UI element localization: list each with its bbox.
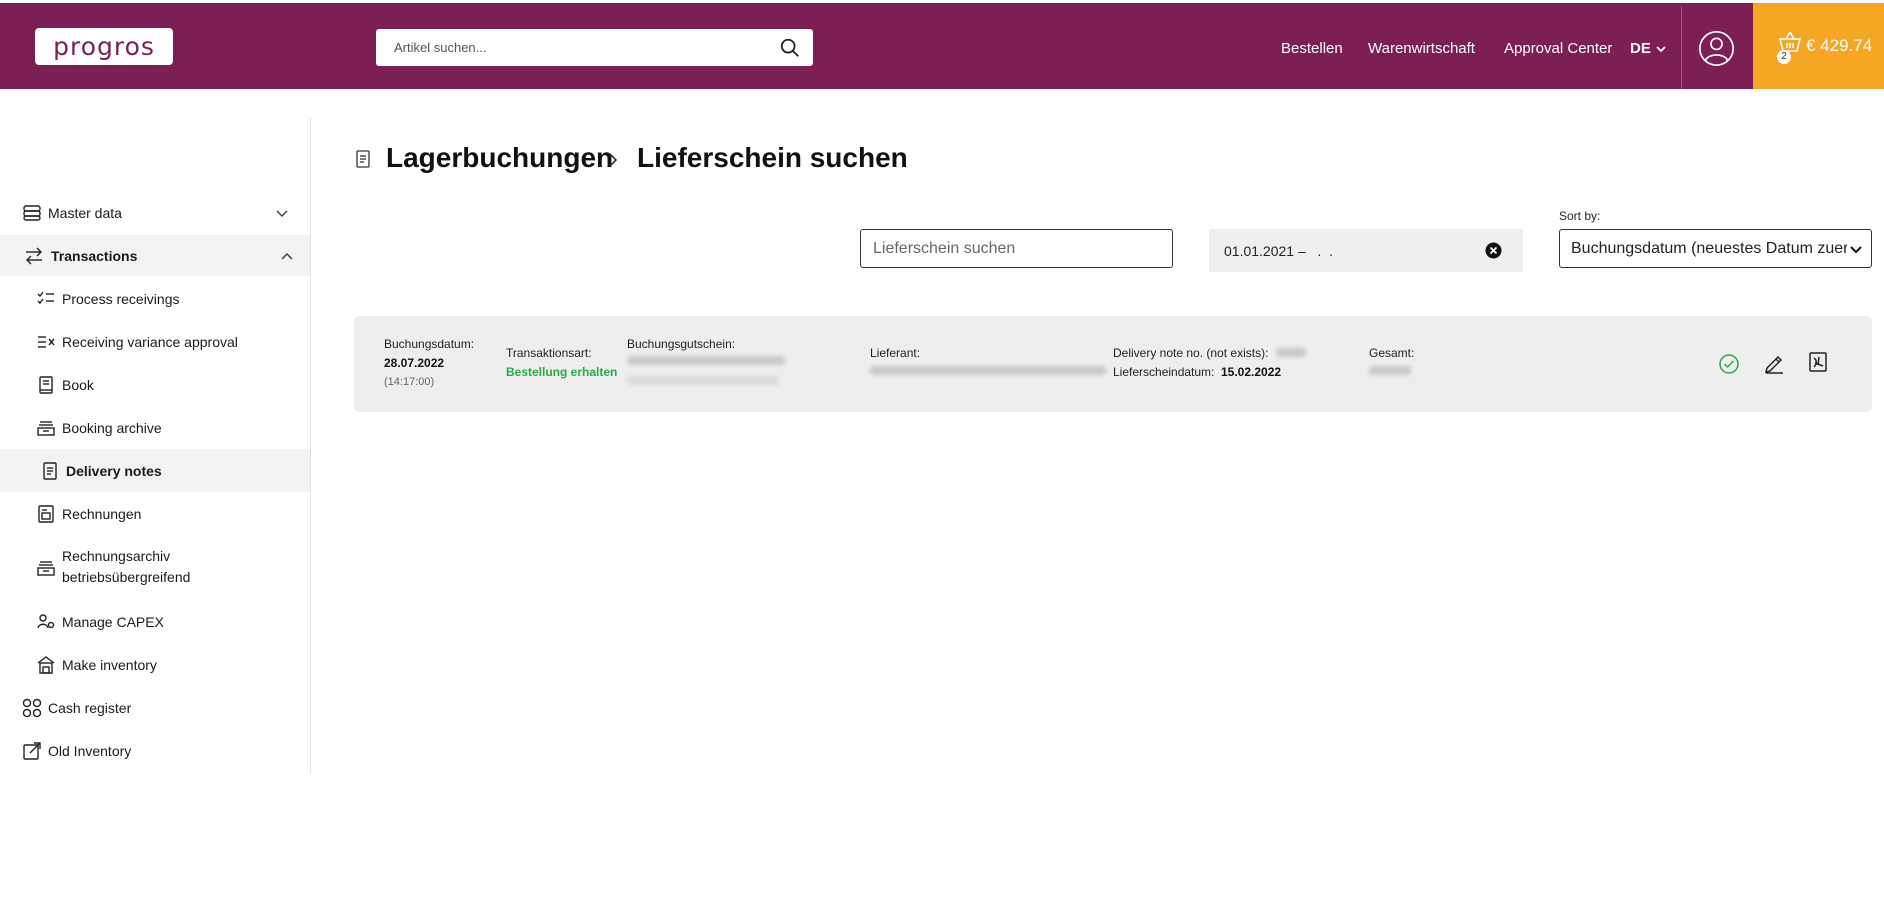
chevron-right-icon <box>609 153 618 167</box>
sidebar-item-rechnungsarchiv[interactable]: Rechnungsarchiv betriebsübergreifend <box>0 542 310 594</box>
chevron-down-icon <box>1656 45 1666 52</box>
transfer-arrows-icon <box>26 247 42 264</box>
supplier-label: Lieferant: <box>870 346 921 360</box>
sidebar-item-receiving-variance-approval[interactable]: Receiving variance approval <box>0 321 310 362</box>
booking-date-value: 28.07.2022 <box>384 356 445 370</box>
sidebar-item-label: Manage CAPEX <box>62 613 164 630</box>
archive-tray-icon <box>37 561 55 576</box>
note-icon <box>43 461 57 480</box>
search-icon[interactable] <box>779 37 801 59</box>
clear-icon[interactable] <box>1485 242 1502 259</box>
invoice-icon <box>38 504 54 523</box>
sidebar: Master data Transactions Process receivi… <box>0 118 311 774</box>
sidebar-item-label: Rechnungen <box>62 505 142 522</box>
sidebar-item-label: Process receivings <box>62 290 180 307</box>
logo-text: progros <box>53 32 155 61</box>
delivery-date-value: 15.02.2022 <box>1221 365 1282 379</box>
header-divider <box>1681 6 1682 92</box>
redacted-total <box>1369 366 1411 375</box>
sidebar-item-label: Delivery notes <box>66 462 162 479</box>
progros-logo[interactable]: progros <box>35 28 173 65</box>
sort-select[interactable]: Buchungsdatum (neuestes Datum zuerst) <box>1559 229 1872 268</box>
sidebar-item-process-receivings[interactable]: Process receivings <box>0 278 310 319</box>
date-range-value: 01.01.2021 – . . <box>1224 243 1333 259</box>
sidebar-item-label-line2: betriebsübergreifend <box>62 569 191 585</box>
delivery-date-label: Lieferscheindatum: <box>1113 365 1215 379</box>
sidebar-item-book[interactable]: Book <box>0 364 310 405</box>
page-note-icon <box>356 150 370 168</box>
sidebar-item-label: Receiving variance approval <box>62 333 238 350</box>
chevron-down-icon <box>276 209 288 217</box>
nav-bestellen[interactable]: Bestellen <box>1281 40 1343 57</box>
redacted-voucher-number <box>627 356 785 365</box>
redacted-supplier <box>870 366 1106 375</box>
page-title: Lieferschein suchen <box>637 142 908 173</box>
chevron-up-icon <box>281 252 293 260</box>
date-range-picker[interactable]: 01.01.2021 – . . <box>1209 229 1523 272</box>
grid-circles-icon <box>22 698 42 717</box>
sidebar-item-delivery-notes[interactable]: Delivery notes <box>0 449 310 492</box>
article-search <box>376 29 813 66</box>
database-icon <box>23 204 41 221</box>
transaction-type-value: Bestellung erhalten <box>506 365 618 379</box>
list-x-icon <box>38 335 55 348</box>
nav-warenwirtschaft[interactable]: Warenwirtschaft <box>1368 40 1475 57</box>
article-search-input[interactable] <box>394 29 774 66</box>
sidebar-item-label: Master data <box>48 204 122 221</box>
sidebar-item-cash-register[interactable]: Cash register <box>0 687 310 728</box>
redacted-delivery-note-number <box>1276 348 1306 357</box>
check-circle-icon[interactable] <box>1718 353 1740 375</box>
sidebar-item-master-data[interactable]: Master data <box>0 192 310 233</box>
sidebar-item-label: Cash register <box>48 699 132 716</box>
delivery-note-search <box>860 229 1173 268</box>
nav-approval-center[interactable]: Approval Center <box>1504 40 1612 57</box>
sidebar-item-label: Booking archive <box>62 419 162 436</box>
language-label: DE <box>1630 40 1651 57</box>
user-gear-icon <box>37 613 55 628</box>
voucher-label: Buchungsgutschein: <box>627 337 736 351</box>
sidebar-item-label: Make inventory <box>62 656 157 673</box>
booking-time-value: (14:17:00) <box>384 376 435 388</box>
user-account-icon[interactable] <box>1698 30 1735 67</box>
top-header: progros Bestellen Warenwirtschaft Approv… <box>0 3 1884 92</box>
delivery-note-number-label: Delivery note no. (not exists): <box>1113 346 1269 360</box>
sort-label: Sort by: <box>1559 209 1601 223</box>
cart-amount: € 429.74 <box>1806 36 1873 55</box>
sidebar-item-transactions[interactable]: Transactions <box>0 235 310 276</box>
sidebar-item-label: Transactions <box>51 247 138 264</box>
edit-pen-icon[interactable] <box>1763 352 1785 374</box>
total-label: Gesamt: <box>1369 346 1415 360</box>
external-link-icon <box>23 741 41 760</box>
redacted-voucher-text <box>627 376 779 385</box>
archive-tray-icon <box>37 420 55 436</box>
cart-button[interactable]: 2 € 429.74 <box>1753 3 1884 89</box>
sidebar-item-old-inventory[interactable]: Old Inventory <box>0 730 310 771</box>
sidebar-item-make-inventory[interactable]: Make inventory <box>0 644 310 685</box>
sidebar-item-rechnungen[interactable]: Rechnungen <box>0 493 310 534</box>
sort-select-value: Buchungsdatum (neuestes Datum zuerst) <box>1571 240 1847 257</box>
booking-date-label: Buchungsdatum: <box>384 337 475 351</box>
delivery-note-row[interactable]: Buchungsdatum: 28.07.2022 (14:17:00) Tra… <box>354 316 1872 412</box>
breadcrumb-lagerbuchungen[interactable]: Lagerbuchungen <box>386 142 613 174</box>
delivery-note-search-input[interactable] <box>861 230 1172 267</box>
cart-count-badge: 2 <box>1777 50 1791 64</box>
sidebar-item-label: Book <box>62 376 94 393</box>
book-icon <box>39 375 53 394</box>
sidebar-item-label: Old Inventory <box>48 742 132 759</box>
checklist-icon <box>37 291 54 304</box>
sidebar-item-booking-archive[interactable]: Booking archive <box>0 407 310 448</box>
pdf-file-icon[interactable] <box>1807 351 1829 373</box>
sidebar-item-label: Rechnungsarchiv betriebsübergreifend <box>62 546 190 588</box>
language-selector[interactable]: DE <box>1630 40 1667 57</box>
sidebar-item-label-line1: Rechnungsarchiv <box>62 548 171 564</box>
transaction-type-label: Transaktionsart: <box>506 346 592 360</box>
sidebar-item-manage-capex[interactable]: Manage CAPEX <box>0 601 310 642</box>
chevron-down-icon <box>1850 246 1862 254</box>
warehouse-icon <box>37 655 55 674</box>
